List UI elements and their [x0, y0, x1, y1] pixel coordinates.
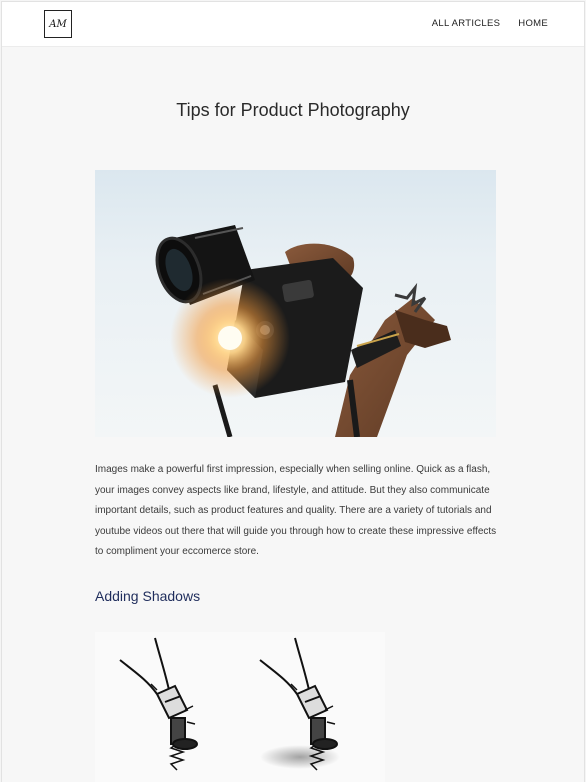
hero-image — [95, 170, 496, 437]
shadow-comparison-image — [95, 632, 385, 782]
corkscrew-illustration — [119, 637, 340, 771]
top-navbar: AM ALL ARTICLES HOME — [2, 2, 584, 47]
page-frame: AM ALL ARTICLES HOME Tips for Product Ph… — [2, 2, 584, 782]
article-intro-paragraph: Images make a powerful first impression,… — [95, 464, 497, 557]
nav-all-articles-link[interactable]: ALL ARTICLES — [432, 18, 501, 29]
logo-monogram: AM — [49, 18, 67, 30]
nav-links: ALL ARTICLES HOME — [432, 18, 548, 29]
section-heading-adding-shadows: Adding Shadows — [95, 588, 201, 604]
nav-home-link[interactable]: HOME — [518, 18, 548, 29]
page-title: Tips for Product Photography — [176, 100, 410, 120]
camera-photo-illustration — [155, 225, 451, 437]
site-logo[interactable]: AM — [44, 10, 72, 38]
